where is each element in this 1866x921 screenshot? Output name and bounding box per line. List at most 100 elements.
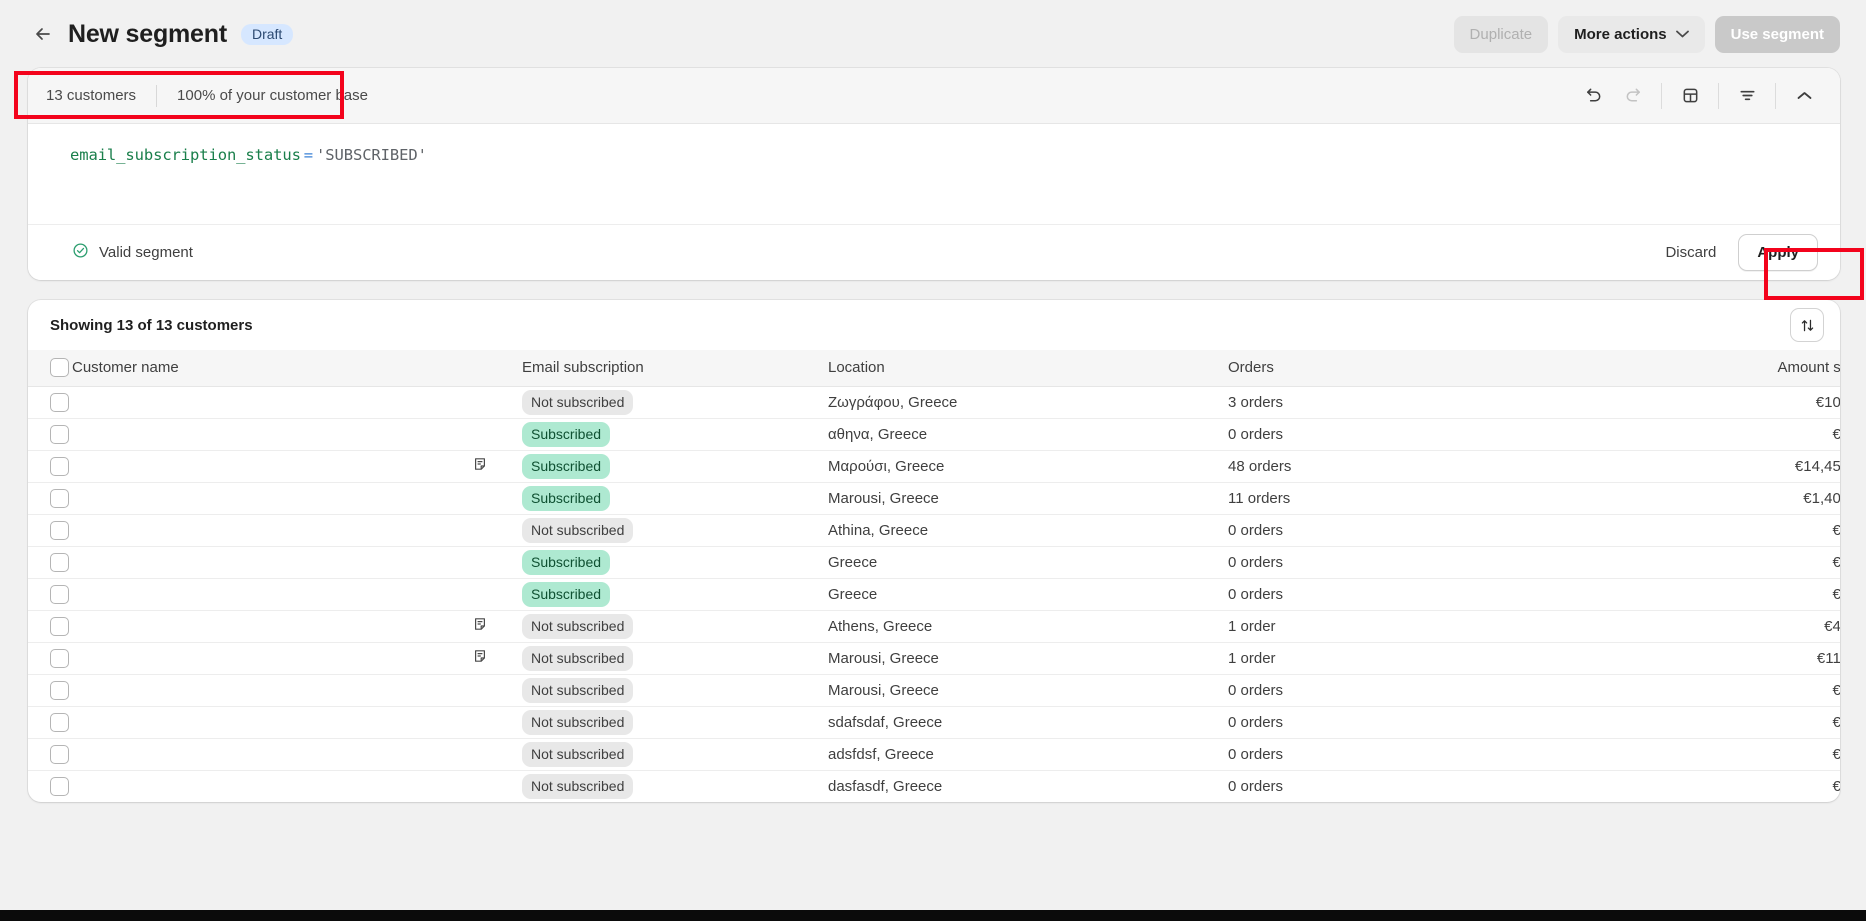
select-all-cell [28, 350, 72, 386]
discard-button[interactable]: Discard [1655, 244, 1726, 261]
row-checkbox[interactable] [50, 744, 69, 764]
check-circle-icon [72, 242, 99, 263]
sort-arrows-icon[interactable] [1790, 308, 1824, 342]
location-cell: αθηνα, Greece [828, 425, 928, 443]
row-checkbox[interactable] [50, 392, 69, 412]
email-subscription-cell: Not subscribed [522, 642, 828, 674]
customer-name-cell[interactable] [72, 418, 472, 450]
chevron-down-icon [1675, 27, 1689, 41]
orders-cell: 0 orders [1228, 553, 1284, 571]
column-email-subscription[interactable]: Email subscription [522, 350, 828, 386]
table-row[interactable]: Not subscribed Ζωγράφου, Greece 3 orders €1… [28, 386, 1840, 418]
table-row[interactable]: Not subscribed Athens, Greece 1 order €47.0… [28, 610, 1840, 642]
table-row[interactable]: Subscribed αθηνα, Greece 0 orders €0.00 [28, 418, 1840, 450]
customer-name-cell[interactable] [72, 674, 472, 706]
email-subscription-cell: Subscribed [522, 450, 828, 482]
page-header: New segment Draft Duplicate More actions… [0, 0, 1866, 68]
table-row[interactable]: Not subscribed sdafsdaf, Greece 0 orders €0… [28, 706, 1840, 738]
filter-icon[interactable] [1727, 78, 1767, 114]
use-segment-button[interactable]: Use segment [1714, 15, 1840, 53]
amount-spent-cell: €0.00 [1832, 425, 1840, 443]
note-cell [472, 642, 522, 674]
email-subscription-cell: Not subscribed [522, 514, 828, 546]
row-checkbox[interactable] [50, 616, 69, 636]
row-checkbox[interactable] [50, 584, 69, 604]
orders-cell: 0 orders [1228, 521, 1284, 539]
email-subscription-cell: Not subscribed [522, 674, 828, 706]
redo-icon[interactable] [1613, 78, 1653, 114]
note-cell [472, 450, 522, 482]
duplicate-button[interactable]: Duplicate [1453, 15, 1549, 53]
customers-table: Customer name Email subscription Locatio… [28, 350, 1840, 802]
customer-name-cell[interactable] [72, 738, 472, 770]
orders-cell: 0 orders [1228, 425, 1284, 443]
email-subscription-cell: Subscribed [522, 546, 828, 578]
column-customer-name[interactable]: Customer name [72, 350, 472, 386]
amount-spent-cell: €0.00 [1832, 777, 1840, 795]
column-location[interactable]: Location [828, 350, 1228, 386]
table-row[interactable]: Not subscribed Athina, Greece 0 orders €0.0… [28, 514, 1840, 546]
stat-customer-count: 13 customers [46, 87, 137, 104]
apply-button[interactable]: Apply [1738, 234, 1818, 271]
email-subscription-cell: Not subscribed [522, 386, 828, 418]
validity-label: Valid segment [99, 244, 193, 261]
note-icon[interactable] [472, 648, 488, 668]
orders-cell: 0 orders [1228, 681, 1284, 699]
table-row[interactable]: Subscribed Greece 0 orders €0.00 [28, 578, 1840, 610]
email-subscription-cell: Subscribed [522, 482, 828, 514]
table-row[interactable]: Subscribed Μαρούσι, Greece 48 orders €14,45… [28, 450, 1840, 482]
stat-customer-base-percent: 100% of your customer base [177, 87, 368, 104]
row-checkbox[interactable] [50, 424, 69, 444]
more-actions-button[interactable]: More actions [1558, 15, 1705, 53]
query-editor-card: 13 customers 100% of your customer base [28, 68, 1840, 280]
query-editor-toolbar: 13 customers 100% of your customer base [28, 68, 1840, 124]
results-card: Showing 13 of 13 customers Customer name… [28, 300, 1840, 802]
amount-spent-cell: €0.00 [1832, 681, 1840, 699]
row-checkbox[interactable] [50, 648, 69, 668]
select-all-checkbox[interactable] [50, 358, 69, 378]
table-row[interactable]: Not subscribed dasfasdf, Greece 0 orders €0… [28, 770, 1840, 802]
note-cell [472, 674, 522, 706]
query-operator-token: = [303, 146, 314, 164]
row-checkbox[interactable] [50, 776, 69, 796]
orders-cell: 3 orders [1228, 393, 1284, 411]
amount-spent-cell: €0.00 [1832, 585, 1840, 603]
customer-name-cell[interactable] [72, 546, 472, 578]
row-checkbox[interactable] [50, 456, 69, 476]
customer-name-cell[interactable] [72, 450, 472, 482]
note-icon[interactable] [472, 616, 488, 636]
table-row[interactable]: Not subscribed adsfdsf, Greece 0 orders €0.… [28, 738, 1840, 770]
query-code-area[interactable]: email_subscription_status = 'SUBSCRIBED' [28, 124, 1840, 224]
customer-name-cell[interactable] [72, 386, 472, 418]
table-header: Customer name Email subscription Locatio… [28, 350, 1840, 386]
table-row[interactable]: Not subscribed Marousi, Greece 1 order €115… [28, 642, 1840, 674]
row-checkbox[interactable] [50, 712, 69, 732]
column-amount-spent[interactable]: Amount spent [1544, 350, 1840, 386]
row-checkbox[interactable] [50, 552, 69, 572]
customer-name-cell[interactable] [72, 642, 472, 674]
row-checkbox[interactable] [50, 488, 69, 508]
note-icon[interactable] [472, 456, 488, 476]
orders-cell: 1 order [1228, 617, 1276, 635]
table-row[interactable]: Subscribed Marousi, Greece 11 orders €1,407… [28, 482, 1840, 514]
note-cell [472, 610, 522, 642]
customer-name-cell[interactable] [72, 578, 472, 610]
customer-name-cell[interactable] [72, 610, 472, 642]
amount-spent-cell: €100.00 [1815, 393, 1840, 411]
customer-name-cell[interactable] [72, 770, 472, 802]
amount-spent-cell: €47.00 [1824, 617, 1840, 635]
row-select-cell [28, 578, 72, 610]
table-row[interactable]: Subscribed Greece 0 orders €0.00 [28, 546, 1840, 578]
arrow-left-icon[interactable] [30, 21, 56, 47]
row-checkbox[interactable] [50, 680, 69, 700]
row-select-cell [28, 418, 72, 450]
customer-name-cell[interactable] [72, 482, 472, 514]
undo-icon[interactable] [1573, 78, 1613, 114]
row-checkbox[interactable] [50, 520, 69, 540]
table-row[interactable]: Not subscribed Marousi, Greece 0 orders €0.… [28, 674, 1840, 706]
panel-layout-icon[interactable] [1670, 78, 1710, 114]
chevron-up-icon[interactable] [1784, 78, 1824, 114]
column-orders[interactable]: Orders [1228, 350, 1544, 386]
customer-name-cell[interactable] [72, 706, 472, 738]
customer-name-cell[interactable] [72, 514, 472, 546]
